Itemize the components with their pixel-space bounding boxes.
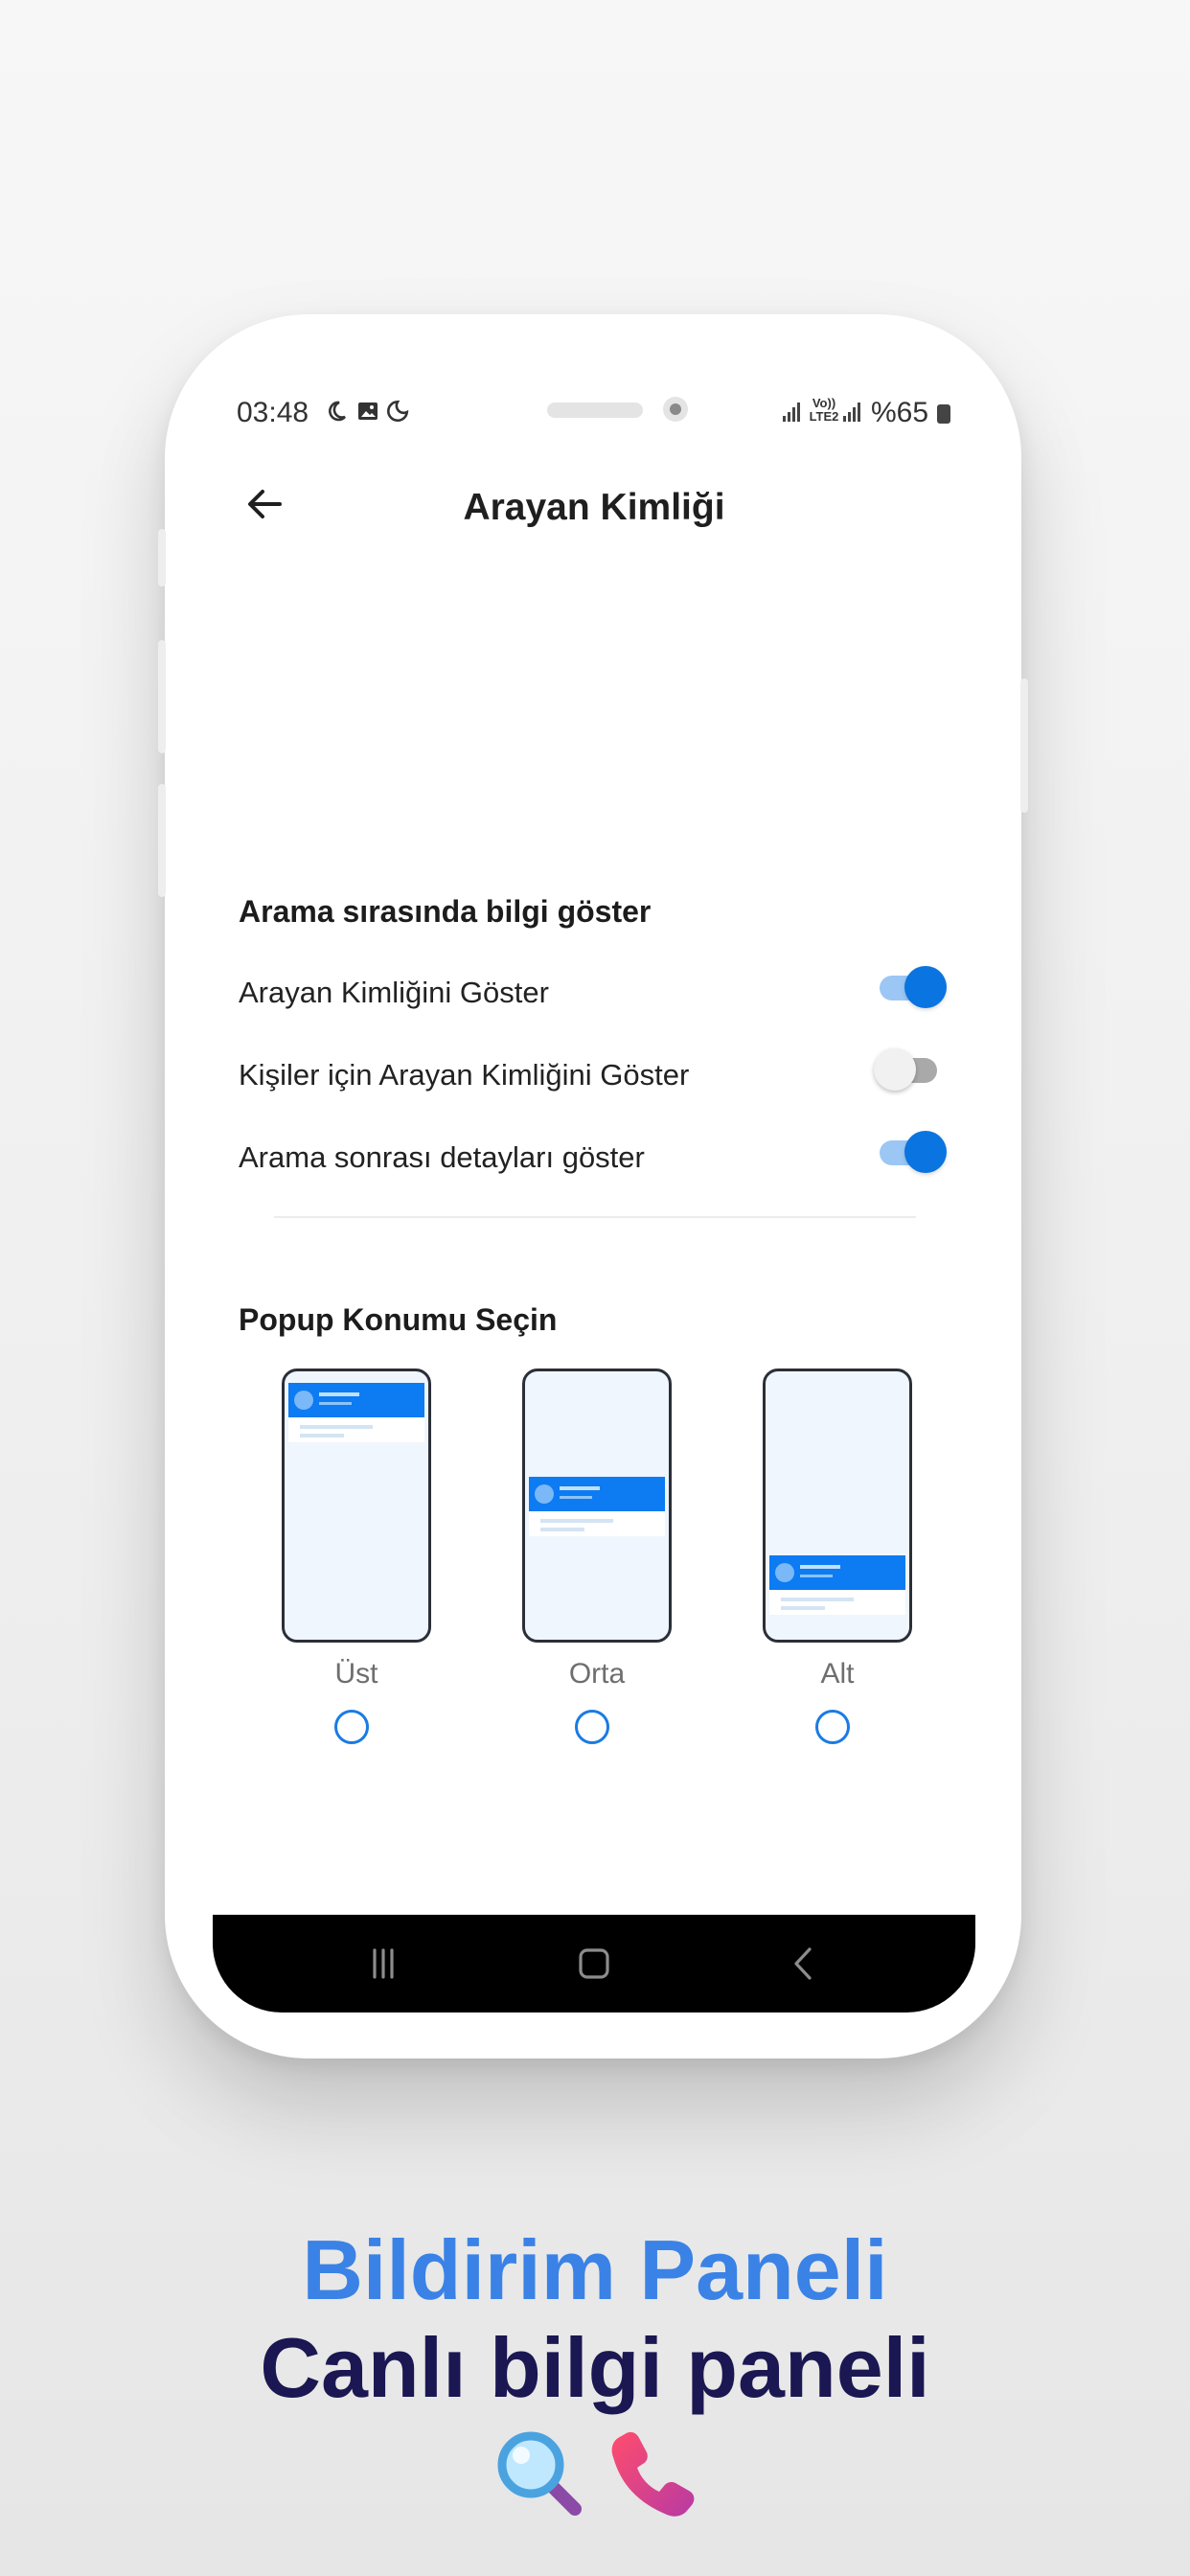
popup-preview-top <box>282 1368 431 1643</box>
battery-level: %65 <box>871 397 929 428</box>
popup-option-label: Üst <box>334 1658 378 1690</box>
phone-receiver-emoji <box>611 2431 695 2517</box>
system-nav-bar <box>213 1915 975 2012</box>
toggle-contacts-caller-id[interactable] <box>874 1046 947 1093</box>
status-time: 03:48 <box>237 397 309 428</box>
moon-phone-icon <box>387 400 409 423</box>
magnifier-emoji <box>497 2431 582 2516</box>
popup-preview-middle <box>522 1368 672 1643</box>
setting-label-contacts-caller-id: Kişiler için Arayan Kimliğini Göster <box>239 1058 690 1092</box>
popup-option-label: Alt <box>820 1658 855 1690</box>
popup-preview-bottom <box>763 1368 912 1643</box>
side-button <box>158 529 166 586</box>
front-camera <box>663 397 688 422</box>
popup-option-top[interactable]: Üst <box>282 1368 431 1752</box>
moon-icon <box>329 401 346 422</box>
status-bar: 03:48 Vo)) LTE2 %65 <box>213 370 975 462</box>
home-icon[interactable] <box>567 1940 621 1988</box>
recent-apps-icon[interactable] <box>356 1940 410 1988</box>
page-title: Arayan Kimliği <box>463 487 725 528</box>
phone-frame: 03:48 Vo)) LTE2 %65 Arayan Kimliği Arama… <box>158 314 1028 2058</box>
power-button <box>1020 678 1028 813</box>
radio-middle[interactable] <box>575 1710 609 1744</box>
back-icon[interactable] <box>778 1940 832 1988</box>
toggle-after-call-details[interactable] <box>874 1128 947 1176</box>
popup-option-bottom[interactable]: Alt <box>763 1368 912 1752</box>
signal-icon <box>783 401 804 422</box>
signal-icon-2 <box>843 401 864 422</box>
radio-top[interactable] <box>334 1710 369 1744</box>
screen: 03:48 Vo)) LTE2 %65 Arayan Kimliği Arama… <box>213 370 975 2012</box>
network-label: Vo)) LTE2 <box>809 396 839 424</box>
divider <box>274 1216 916 1218</box>
volume-button <box>158 640 166 753</box>
setting-label-show-caller-id: Arayan Kimliğini Göster <box>239 976 549 1009</box>
setting-label-after-call-details: Arama sonrası detayları göster <box>239 1140 645 1174</box>
app-bar: Arayan Kimliği <box>213 462 975 567</box>
bixby-button <box>158 784 166 897</box>
radio-bottom[interactable] <box>815 1710 850 1744</box>
promo-subtitle: Canlı bilgi paneli <box>260 2320 930 2415</box>
popup-option-middle[interactable]: Orta <box>522 1368 672 1752</box>
toggle-show-caller-id[interactable] <box>874 963 947 1011</box>
popup-option-label: Orta <box>568 1658 626 1690</box>
battery-icon <box>937 404 950 424</box>
promo-title: Bildirim Paneli <box>302 2222 888 2317</box>
earpiece <box>547 402 643 418</box>
section-title-info: Arama sırasında bilgi göster <box>239 894 652 929</box>
section-title-popup: Popup Konumu Seçin <box>239 1302 558 1337</box>
image-icon <box>358 402 378 420</box>
